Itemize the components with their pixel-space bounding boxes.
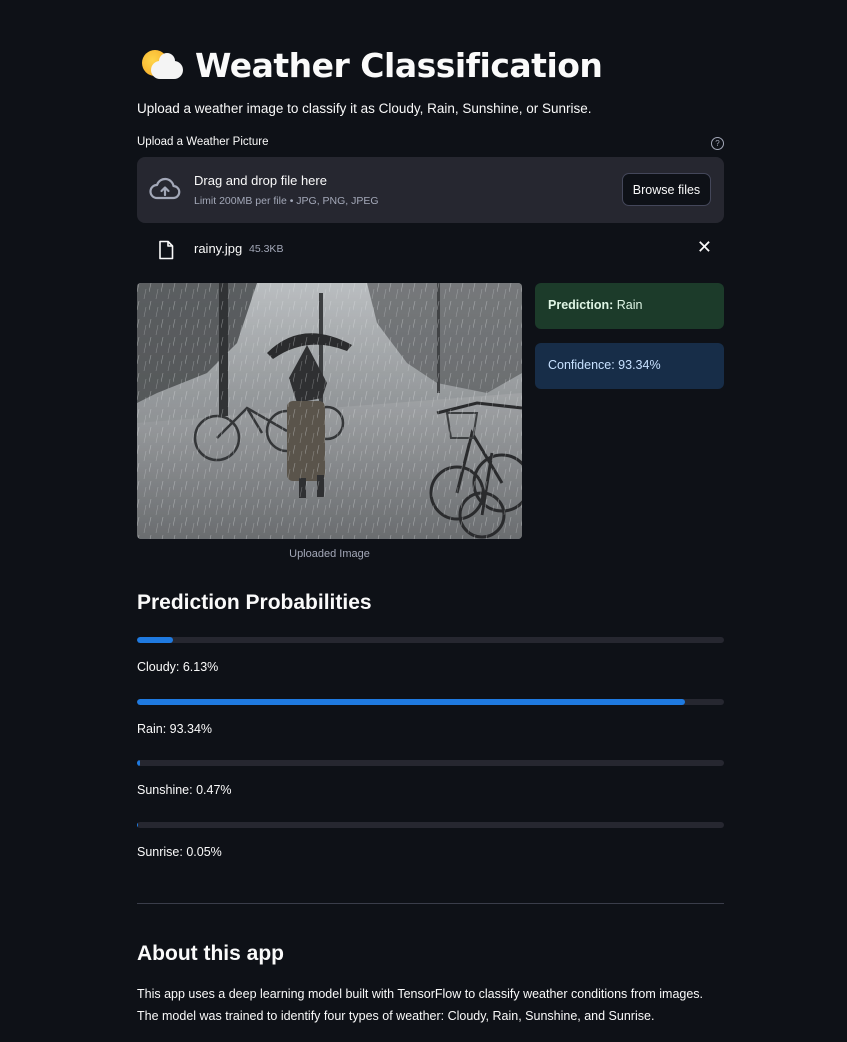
- progress-label: Cloudy: 6.13%: [137, 660, 219, 674]
- browse-files-button[interactable]: Browse files: [622, 173, 711, 206]
- progress-bar-fill: [137, 637, 173, 643]
- upload-cloud-icon: [149, 177, 181, 200]
- file-icon: [159, 240, 174, 260]
- file-size: 45.3KB: [249, 243, 284, 255]
- title-row: Weather Classification: [139, 44, 603, 86]
- prediction-alert: Prediction: Rain: [535, 283, 724, 329]
- progress-bar: [137, 821, 724, 828]
- uploaded-image: [137, 283, 522, 539]
- page-subtitle: Upload a weather image to classify it as…: [137, 101, 592, 116]
- page-title: Weather Classification: [195, 45, 603, 85]
- progress-bar-fill: [137, 698, 685, 705]
- progress-label: Sunrise: 0.05%: [137, 844, 222, 859]
- probabilities-heading: Prediction Probabilities: [137, 591, 372, 614]
- progress-bar: [137, 698, 724, 705]
- file-dropzone[interactable]: Drag and drop file here Limit 200MB per …: [137, 157, 724, 223]
- image-caption: Uploaded Image: [289, 548, 370, 560]
- progress-label: Sunshine: 0.47%: [137, 783, 232, 797]
- help-icon[interactable]: ?: [711, 137, 724, 150]
- uploader-label: Upload a Weather Picture: [137, 136, 269, 148]
- uploaded-file-row: rainy.jpg 45.3KB ✕: [137, 236, 724, 264]
- prediction-label: Prediction:: [548, 298, 614, 312]
- about-line-2: The model was trained to identify four t…: [137, 1009, 655, 1023]
- about-text: This app uses a deep learning model buil…: [137, 983, 724, 1027]
- about-line-1: This app uses a deep learning model buil…: [137, 987, 704, 1001]
- progress-bar: [137, 637, 724, 643]
- section-divider: [137, 903, 724, 904]
- confidence-alert: Confidence: 93.34%: [535, 343, 724, 389]
- progress-label: Rain: 93.34%: [137, 721, 213, 736]
- sun-behind-cloud-icon: [139, 46, 185, 84]
- file-name: rainy.jpg: [194, 241, 243, 256]
- dropzone-title: Drag and drop file here: [194, 173, 327, 188]
- progress-bar-fill: [137, 760, 140, 766]
- dropzone-limit: Limit 200MB per file • JPG, PNG, JPEG: [194, 195, 379, 207]
- remove-file-icon[interactable]: ✕: [697, 237, 712, 258]
- about-heading: About this app: [137, 942, 284, 965]
- prediction-value: Rain: [616, 298, 643, 312]
- progress-bar: [137, 760, 724, 766]
